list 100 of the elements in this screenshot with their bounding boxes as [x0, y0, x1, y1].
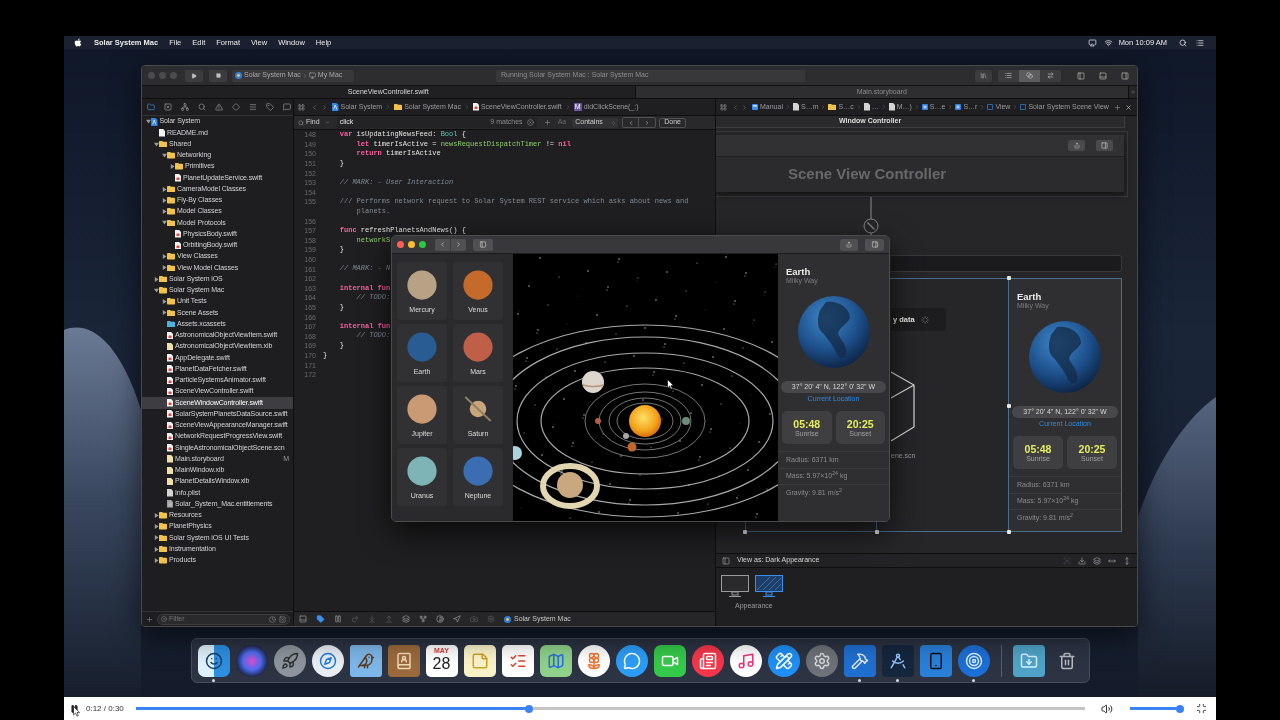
folder-icon[interactable] [147, 103, 155, 111]
checklist-icon[interactable] [501, 645, 534, 677]
disclosure-triangle-icon[interactable] [170, 164, 175, 170]
resize-handle[interactable] [1007, 530, 1011, 534]
disclosure-triangle-icon[interactable] [154, 276, 159, 282]
x-box-icon[interactable] [279, 615, 286, 623]
hammer-icon[interactable] [843, 645, 876, 677]
inspector-button[interactable] [865, 238, 884, 251]
resize-handle[interactable] [1007, 276, 1011, 280]
close-button[interactable] [397, 241, 404, 248]
resize-handle[interactable] [1007, 404, 1011, 408]
resize-handle[interactable] [875, 530, 879, 534]
vertical-arrows-icon[interactable] [1123, 556, 1131, 565]
grid-icon[interactable] [298, 103, 305, 111]
disclosure-triangle-icon[interactable] [154, 512, 159, 518]
speech-bubble-icon[interactable] [615, 645, 648, 677]
close-icon[interactable] [1125, 103, 1132, 111]
zoom-button[interactable] [419, 241, 426, 248]
volume-track[interactable] [1129, 704, 1182, 713]
disclosure-triangle-icon[interactable] [154, 557, 159, 563]
editor-mode-button[interactable] [1040, 69, 1061, 82]
target-icon[interactable] [957, 645, 990, 677]
drafting-compass-icon[interactable] [881, 645, 914, 677]
grid-icon[interactable] [720, 103, 727, 111]
compass-icon[interactable] [311, 645, 344, 677]
location-arrow-icon[interactable] [453, 615, 461, 623]
notepad-icon[interactable] [463, 645, 496, 677]
disclosure-triangle-icon[interactable] [162, 254, 167, 260]
search-icon[interactable] [198, 103, 206, 111]
editor-mode-button[interactable] [998, 69, 1019, 82]
run-button[interactable] [185, 69, 203, 82]
disclosure-triangle-icon[interactable] [154, 524, 159, 530]
monitor-icon[interactable] [755, 575, 783, 597]
share-button[interactable] [840, 238, 858, 251]
disclosure-triangle-icon[interactable] [154, 287, 159, 293]
smartphone-icon[interactable] [919, 645, 952, 677]
tag-icon[interactable] [316, 615, 325, 623]
monitor-icon[interactable] [721, 575, 749, 597]
disclosure-triangle-icon[interactable] [162, 299, 167, 305]
smiling-face-icon[interactable] [197, 645, 230, 677]
stop-button[interactable] [209, 69, 227, 82]
disclosure-triangle-icon[interactable] [154, 546, 159, 552]
branch-icon[interactable] [419, 615, 427, 623]
disclosure-triangle-icon[interactable] [162, 152, 167, 158]
minimize-button[interactable] [408, 241, 415, 248]
panel-left-icon[interactable] [1077, 71, 1085, 80]
progress-thumb[interactable] [524, 704, 533, 713]
video-camera-icon[interactable] [653, 645, 686, 677]
back-button[interactable] [435, 238, 450, 251]
clear-icon[interactable] [526, 119, 534, 126]
list-icon[interactable] [1196, 38, 1204, 47]
sidebar-button[interactable] [473, 238, 493, 251]
wifi-icon[interactable] [1103, 38, 1113, 47]
disclosure-triangle-icon[interactable] [162, 265, 167, 271]
volume-icon[interactable] [1100, 702, 1113, 715]
orb-icon[interactable] [235, 645, 268, 677]
editor-mode-button[interactable] [1019, 69, 1040, 82]
warning-icon[interactable] [215, 103, 223, 111]
volume-thumb[interactable] [1175, 704, 1184, 713]
disclosure-triangle-icon[interactable] [162, 197, 167, 203]
contrast-icon[interactable] [436, 615, 444, 623]
pencil-ruler-icon[interactable] [767, 645, 800, 677]
layers-icon[interactable] [1093, 556, 1101, 565]
flower-icon[interactable] [577, 645, 610, 677]
download-icon[interactable] [1078, 556, 1086, 565]
disclosure-triangle-icon[interactable] [162, 209, 167, 215]
lines-icon[interactable] [249, 103, 257, 111]
horizontal-arrows-icon[interactable] [1108, 556, 1116, 565]
panel-left-icon[interactable] [722, 556, 730, 565]
disclosure-triangle-icon[interactable] [154, 141, 159, 147]
plus-icon[interactable] [146, 615, 153, 623]
clock-icon[interactable] [269, 615, 276, 623]
diamond-icon[interactable] [232, 103, 240, 111]
back-icon[interactable] [732, 103, 739, 111]
sidebar-button[interactable] [1096, 140, 1113, 151]
disclosure-triangle-icon[interactable] [162, 220, 167, 226]
library-button[interactable] [975, 69, 992, 82]
apple-icon[interactable] [74, 38, 82, 47]
music-note-icon[interactable] [729, 645, 762, 677]
x-box-icon[interactable] [164, 103, 172, 111]
download-folder-icon[interactable] [1012, 645, 1045, 677]
airplay-icon[interactable] [1087, 38, 1097, 47]
plus-icon[interactable] [1114, 103, 1121, 111]
share-button[interactable] [1068, 140, 1085, 151]
map-icon[interactable] [539, 645, 572, 677]
forward-button[interactable] [451, 238, 466, 251]
bird-icon[interactable] [349, 645, 382, 677]
tag-icon[interactable] [266, 103, 274, 111]
disclosure-triangle-icon[interactable] [146, 119, 151, 125]
newspaper-icon[interactable] [691, 645, 724, 677]
rocket-icon[interactable] [273, 645, 306, 677]
disclosure-triangle-icon[interactable] [162, 186, 167, 192]
disclosure-triangle-icon[interactable] [154, 535, 159, 541]
gear-icon[interactable] [805, 645, 838, 677]
resize-handle[interactable] [743, 530, 747, 534]
layers-icon[interactable] [402, 615, 410, 623]
panel-bottom-icon[interactable] [1099, 71, 1107, 80]
panel-right-icon[interactable] [1121, 71, 1129, 80]
back-icon[interactable] [311, 103, 318, 111]
disclosure-triangle-icon[interactable] [162, 310, 167, 316]
